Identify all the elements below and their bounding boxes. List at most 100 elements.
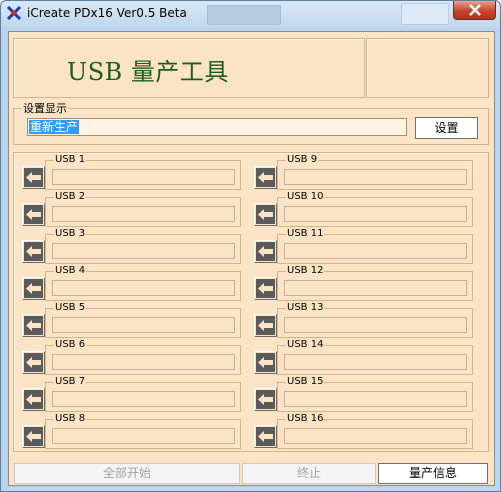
app-window: iCreate PDx16 Ver0.5 Beta USB 量产工具 设置显示 …: [0, 0, 501, 492]
usb-port-label: USB 10: [286, 191, 325, 202]
usb-port-10-button[interactable]: [254, 203, 277, 226]
usb-port-label: USB 7: [54, 376, 87, 387]
arrow-left-icon: [24, 427, 43, 446]
usb-port-status-field: [284, 280, 467, 296]
client-area: USB 量产工具 设置显示 重新生产 设置 USB 1 USB 2 USB 3 USB…: [8, 31, 495, 486]
arrow-left-icon: [256, 353, 275, 372]
usb-port-11-button[interactable]: [254, 240, 277, 263]
usb-port-6-button[interactable]: [22, 351, 45, 374]
usb-port-label: USB 15: [286, 376, 325, 387]
usb-port-label: USB 8: [54, 413, 87, 424]
close-button[interactable]: [453, 1, 496, 20]
arrow-left-icon: [24, 316, 43, 335]
background-window-fragment: [401, 3, 449, 25]
usb-port-16-button[interactable]: [254, 425, 277, 448]
usb-port-status-field: [52, 391, 235, 407]
usb-port-status-field: [52, 280, 235, 296]
usb-port-status-field: [284, 317, 467, 333]
arrow-left-icon: [256, 316, 275, 335]
usb-port-status-field: [284, 428, 467, 444]
usb-port-label: USB 12: [286, 265, 325, 276]
usb-port-status-field: [52, 243, 235, 259]
arrow-left-icon: [24, 205, 43, 224]
usb-port-2-group: USB 2: [45, 191, 241, 227]
usb-port-status-field: [52, 317, 235, 333]
title-bar[interactable]: iCreate PDx16 Ver0.5 Beta: [1, 1, 500, 27]
arrow-left-icon: [24, 279, 43, 298]
arrow-left-icon: [256, 279, 275, 298]
arrow-left-icon: [24, 242, 43, 261]
usb-port-status-field: [52, 428, 235, 444]
usb-port-8-button[interactable]: [22, 425, 45, 448]
usb-port-9-group: USB 9: [277, 154, 473, 190]
usb-port-label: USB 16: [286, 413, 325, 424]
usb-port-12-button[interactable]: [254, 277, 277, 300]
usb-port-2-button[interactable]: [22, 203, 45, 226]
app-icon: [6, 5, 22, 21]
header-panel: USB 量产工具: [13, 38, 365, 98]
usb-port-status-field: [284, 391, 467, 407]
app-title: USB 量产工具: [67, 58, 229, 86]
usb-port-5-button[interactable]: [22, 314, 45, 337]
usb-port-15-button[interactable]: [254, 388, 277, 411]
usb-port-6-group: USB 6: [45, 339, 241, 375]
usb-port-label: USB 2: [54, 191, 87, 202]
usb-port-label: USB 11: [286, 228, 325, 239]
usb-port-status-field: [52, 354, 235, 370]
usb-port-7-button[interactable]: [22, 388, 45, 411]
arrow-left-icon: [24, 353, 43, 372]
usb-port-3-group: USB 3: [45, 228, 241, 264]
usb-port-label: USB 13: [286, 302, 325, 313]
usb-port-label: USB 4: [54, 265, 87, 276]
settings-button[interactable]: 设置: [415, 117, 478, 139]
usb-port-4-button[interactable]: [22, 277, 45, 300]
start-all-button[interactable]: 全部开始: [14, 463, 240, 484]
usb-port-8-group: USB 8: [45, 413, 241, 449]
production-info-button[interactable]: 量产信息: [378, 463, 488, 484]
arrow-left-icon: [256, 168, 275, 187]
usb-port-label: USB 14: [286, 339, 325, 350]
usb-port-14-group: USB 14: [277, 339, 473, 375]
arrow-left-icon: [24, 168, 43, 187]
usb-port-1-button[interactable]: [22, 166, 45, 189]
usb-port-label: USB 3: [54, 228, 87, 239]
usb-port-3-button[interactable]: [22, 240, 45, 263]
usb-port-10-group: USB 10: [277, 191, 473, 227]
usb-port-16-group: USB 16: [277, 413, 473, 449]
usb-port-status-field: [284, 243, 467, 259]
arrow-left-icon: [256, 427, 275, 446]
usb-port-label: USB 6: [54, 339, 87, 350]
arrow-left-icon: [24, 390, 43, 409]
background-window-fragment: [207, 5, 281, 25]
settings-display-field[interactable]: 重新生产: [27, 118, 407, 136]
close-icon: [469, 4, 481, 16]
usb-port-15-group: USB 15: [277, 376, 473, 412]
usb-port-11-group: USB 11: [277, 228, 473, 264]
usb-port-1-group: USB 1: [45, 154, 241, 190]
usb-port-label: USB 1: [54, 154, 87, 165]
usb-port-12-group: USB 12: [277, 265, 473, 301]
usb-port-status-field: [52, 169, 235, 185]
usb-port-9-button[interactable]: [254, 166, 277, 189]
header-side-panel: [366, 38, 489, 98]
usb-ports-panel: USB 1 USB 2 USB 3 USB 4 USB 5 USB 6 USB 7 USB 8…: [13, 152, 489, 452]
usb-port-status-field: [52, 206, 235, 222]
arrow-left-icon: [256, 205, 275, 224]
usb-port-14-button[interactable]: [254, 351, 277, 374]
settings-value: 重新生产: [29, 120, 80, 134]
usb-port-7-group: USB 7: [45, 376, 241, 412]
usb-port-status-field: [284, 206, 467, 222]
usb-port-status-field: [284, 169, 467, 185]
arrow-left-icon: [256, 390, 275, 409]
settings-legend: 设置显示: [22, 102, 68, 115]
arrow-left-icon: [256, 242, 275, 261]
usb-port-label: USB 9: [286, 154, 319, 165]
usb-port-status-field: [284, 354, 467, 370]
usb-port-4-group: USB 4: [45, 265, 241, 301]
usb-port-5-group: USB 5: [45, 302, 241, 338]
usb-port-13-group: USB 13: [277, 302, 473, 338]
stop-button[interactable]: 终止: [242, 463, 376, 484]
usb-port-label: USB 5: [54, 302, 87, 313]
window-title: iCreate PDx16 Ver0.5 Beta: [27, 6, 187, 20]
usb-port-13-button[interactable]: [254, 314, 277, 337]
